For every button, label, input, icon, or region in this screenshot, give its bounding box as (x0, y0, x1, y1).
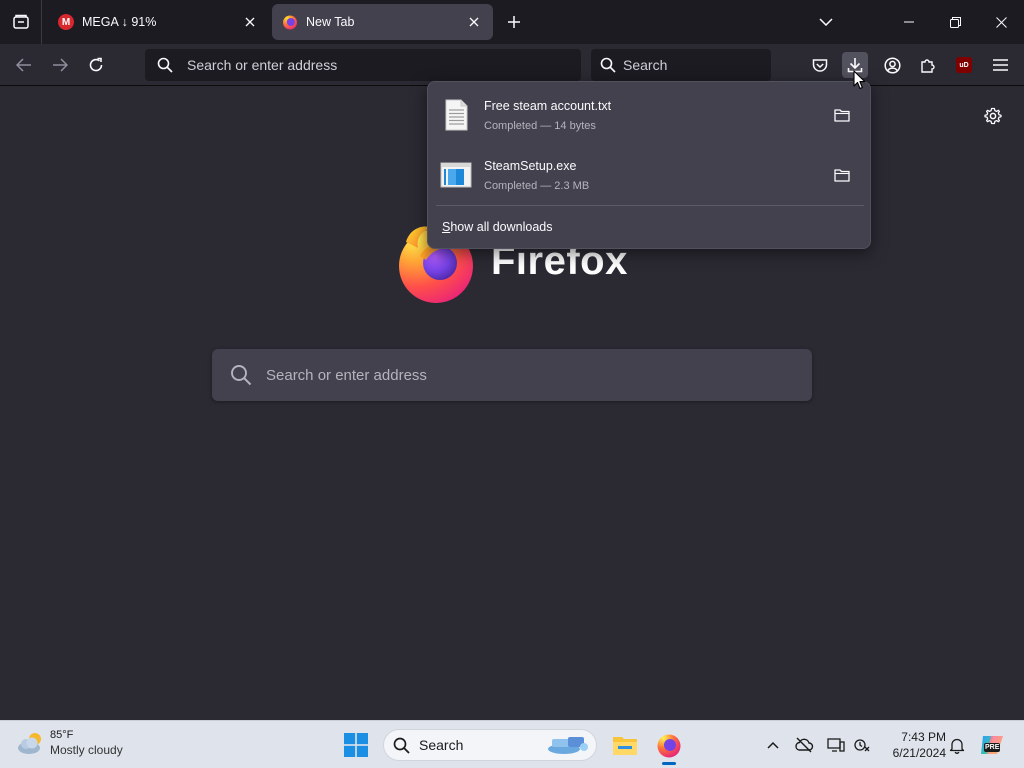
minimize-icon (904, 21, 914, 23)
notifications-button[interactable] (946, 734, 968, 756)
panel-divider (436, 205, 864, 206)
firefox-taskbar-button[interactable] (653, 729, 685, 761)
open-containing-folder-button[interactable] (828, 161, 856, 189)
navigation-toolbar: Search or enter address Search uD (0, 44, 1024, 86)
url-bar[interactable]: Search or enter address (145, 49, 581, 81)
partly-cloudy-icon (18, 733, 41, 754)
installer-file-icon (439, 158, 473, 192)
sync-status-icon (854, 739, 870, 752)
new-tab-search-box[interactable]: Search or enter address (212, 349, 812, 401)
folder-icon (834, 109, 850, 122)
download-item[interactable]: Free steam account.txt Completed — 14 by… (436, 86, 864, 144)
mouse-cursor-icon (853, 70, 866, 90)
search-highlight-illustration-icon (548, 737, 588, 754)
chevron-down-icon (819, 18, 833, 26)
clock-date: 6/21/2024 (892, 746, 946, 760)
show-all-downloads-label: how all downloads (450, 220, 553, 234)
chevron-up-icon (767, 741, 779, 749)
close-window-button[interactable] (978, 0, 1024, 44)
tab-title: MEGA ↓ 91% (82, 15, 157, 29)
windows-taskbar: 85°F Mostly cloudy Search 7:43 PM 6/21/2… (0, 720, 1024, 768)
restore-icon (949, 16, 961, 28)
tab-strip: M MEGA ↓ 91% New Tab (0, 0, 1024, 44)
onedrive-tray-button[interactable] (793, 734, 815, 756)
weather-widget[interactable]: 85°F Mostly cloudy (16, 728, 123, 758)
start-button[interactable] (340, 729, 372, 761)
mega-icon: M (58, 14, 74, 30)
tab-title: New Tab (306, 15, 355, 29)
back-button[interactable] (11, 52, 37, 78)
windows-logo-icon (344, 733, 368, 757)
minimize-button[interactable] (886, 0, 932, 44)
copilot-button[interactable]: PRE (976, 729, 1008, 761)
tab-mega[interactable]: M MEGA ↓ 91% (48, 4, 269, 40)
hamburger-menu-icon (992, 59, 1008, 71)
weather-condition: Mostly cloudy (50, 743, 123, 757)
open-containing-folder-button[interactable] (828, 101, 856, 129)
bell-icon (949, 738, 965, 754)
firefox-icon (282, 14, 298, 30)
app-menu-button[interactable] (987, 52, 1013, 78)
tab-new-tab[interactable]: New Tab (272, 4, 493, 40)
account-button[interactable] (879, 52, 905, 78)
system-clock[interactable]: 7:43 PM 6/21/2024 (880, 729, 946, 761)
account-icon (883, 56, 901, 74)
forward-button[interactable] (47, 52, 73, 78)
file-explorer-button[interactable] (609, 729, 641, 761)
active-app-indicator (662, 762, 676, 765)
firefox-view-button[interactable] (0, 0, 42, 44)
download-filename: Free steam account.txt (484, 98, 612, 113)
customize-new-tab-button[interactable] (981, 104, 1005, 128)
search-icon (157, 57, 173, 73)
search-bar[interactable]: Search (591, 49, 771, 81)
ublock-extension-button[interactable]: uD (951, 52, 977, 78)
close-icon (245, 17, 255, 27)
pocket-button[interactable] (807, 52, 833, 78)
folder-icon (834, 169, 850, 182)
list-all-tabs-button[interactable] (814, 10, 838, 34)
download-item[interactable]: SteamSetup.exe Completed — 2.3 MB (436, 146, 864, 204)
pocket-icon (812, 58, 828, 72)
clock-time: 7:43 PM (901, 730, 946, 744)
puzzle-icon (921, 59, 935, 73)
folder-icon (613, 737, 637, 755)
weather-temperature: 85°F (50, 729, 74, 741)
url-bar-placeholder: Search or enter address (187, 57, 338, 73)
cloud-off-icon (795, 737, 814, 753)
new-tab-button[interactable] (502, 10, 526, 34)
plus-icon (508, 16, 520, 28)
firefox-icon (657, 734, 681, 758)
show-hidden-icons-button[interactable] (762, 734, 784, 756)
search-icon (231, 365, 252, 386)
download-status: Completed — 2.3 MB (484, 179, 590, 192)
extensions-button[interactable] (915, 52, 941, 78)
restore-button[interactable] (932, 0, 978, 44)
quick-settings-tray-button[interactable] (851, 734, 873, 756)
search-bar-placeholder: Search (623, 57, 668, 73)
taskbar-search-label: Search (419, 737, 464, 753)
download-status: Completed — 14 bytes (484, 119, 596, 132)
close-icon (469, 17, 479, 27)
taskbar-search[interactable]: Search (383, 729, 597, 761)
reload-button[interactable] (83, 52, 109, 78)
search-icon (393, 737, 410, 754)
tab-close-button[interactable] (465, 13, 483, 31)
text-file-icon (439, 98, 473, 132)
new-tab-search-placeholder: Search or enter address (266, 366, 427, 384)
network-display-icon (827, 738, 845, 752)
arrow-left-icon (16, 58, 31, 72)
arrow-right-icon (53, 58, 68, 72)
downloads-panel: Free steam account.txt Completed — 14 by… (427, 81, 871, 249)
gear-icon (984, 107, 1002, 125)
firefox-view-icon (12, 14, 29, 29)
show-all-downloads-button[interactable]: Show all downloads (442, 220, 553, 234)
network-tray-button[interactable] (825, 734, 847, 756)
search-icon (600, 57, 616, 73)
download-filename: SteamSetup.exe (484, 158, 577, 173)
preview-badge: PRE (984, 743, 1001, 752)
ublock-icon: uD (956, 57, 972, 73)
reload-icon (89, 57, 103, 72)
tab-close-button[interactable] (241, 13, 259, 31)
close-icon (995, 16, 1007, 28)
